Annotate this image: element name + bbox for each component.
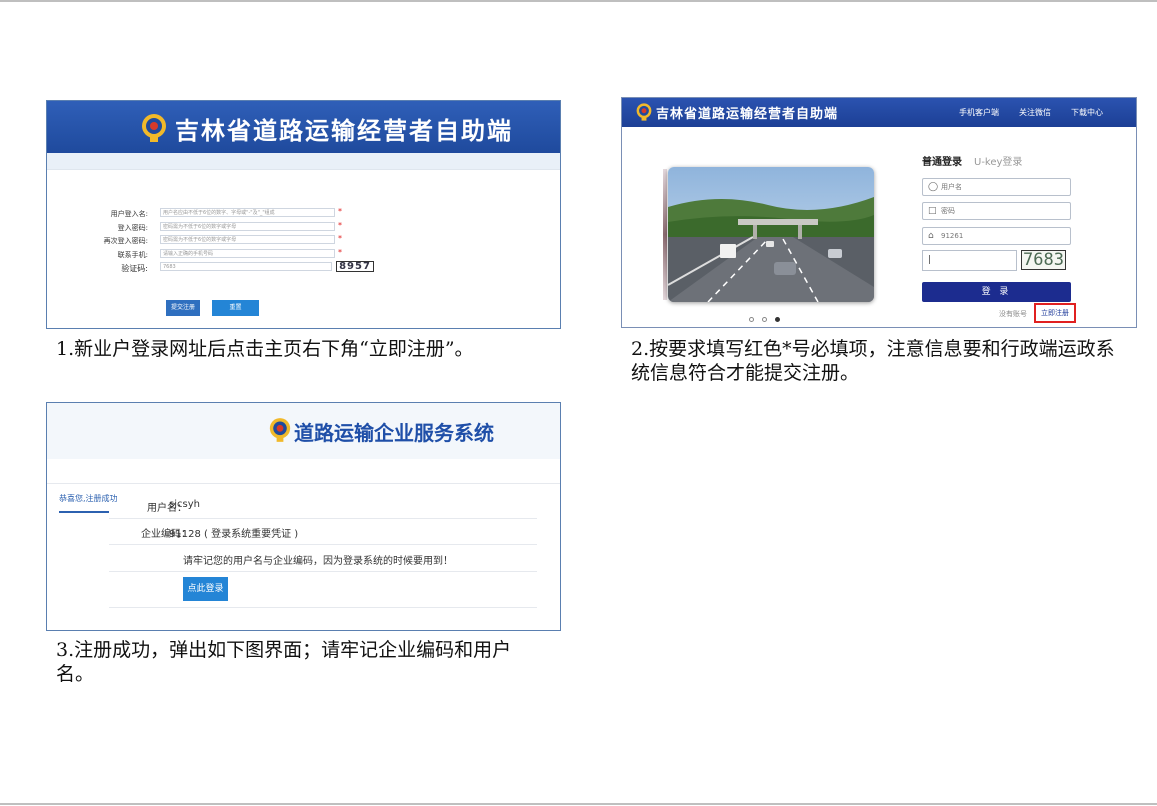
remember-notice: 请牢记您的用户名与企业编码，因为登录系统的时候要用到！ [183,556,453,567]
captcha-image[interactable]: 7683 [1021,250,1066,270]
captcha-input[interactable]: 7683 [160,262,332,271]
reset-button[interactable]: 重置 [212,300,259,316]
registration-form-screenshot: 吉林省道路运输经营者自助端 用户登入名: 用户名应由不低于6位的数字、字母或"-… [46,100,561,329]
carousel-dot-1[interactable] [749,317,754,322]
field-label: 用户登入名: [110,210,148,218]
highway-image [668,167,874,302]
tab-normal-login[interactable]: 普通登录 [922,153,962,168]
required-mark: * [338,207,342,216]
caption-step-1: 1.新业户登录网址后点击主页右下角“立即注册”。 [56,338,474,360]
carousel-dot-3[interactable] [775,317,780,322]
system-title: 道路运输企业服务系统 [294,421,494,445]
success-tab[interactable]: 恭喜您,注册成功 [59,493,118,504]
required-mark: * [338,234,342,243]
company-code-value: 91128 ( 登录系统重要凭证 ) [169,529,299,540]
login-now-button[interactable]: 点此登录 [183,577,228,601]
carousel-dot-2[interactable] [762,317,767,322]
username-input[interactable]: ◯ 用户名 [922,178,1071,196]
row-divider [109,607,537,608]
tab-ukey-login[interactable]: U-key登录 [974,153,1022,168]
register-form: 用户登入名: 用户名应由不低于6位的数字、字母或"-"及"_"组成 * 登入密码… [47,207,560,277]
form-row-captcha: 验证码: 7683 8957 [47,261,560,277]
register-now-link[interactable]: 立即注册 [1034,303,1076,323]
submit-register-button[interactable]: 提交注册 [166,300,200,316]
success-tab-underline [59,511,109,513]
company-code-input[interactable]: ⌂ 91261 [922,227,1071,245]
row-divider [109,571,537,572]
captcha-image[interactable]: 8957 [336,261,374,272]
form-row-confirm-password: 再次登入密码: 密码需为不低于6位的数字或字母 * [47,234,560,248]
password-input[interactable]: □ 密码 [922,202,1071,220]
nav-follow-wechat[interactable]: 关注微信 [1019,107,1051,118]
nav-strip [47,459,560,484]
username-input[interactable]: 用户名应由不低于6位的数字、字母或"-"及"_"组成 [160,208,335,217]
banner: 吉林省道路运输经营者自助端 [47,101,560,153]
no-account-text: 没有账号 [999,310,1027,318]
password-placeholder: 密码 [941,207,955,215]
top-bar: 吉林省道路运输经营者自助端 手机客户端 关注微信 下载中心 [622,98,1136,127]
nav-download-center[interactable]: 下载中心 [1071,107,1103,118]
captcha-input[interactable]: | [922,250,1017,271]
username-placeholder: 用户名 [941,183,962,191]
caption-step-2: 2.按要求填写红色*号必填项，注意信息要和行政端运政系统信息符合才能提交注册。 [631,338,1115,384]
nav-strip [47,153,560,170]
top-rule [0,0,1157,2]
caption-step-3: 3.注册成功，弹出如下图界面；请牢记企业编码和用户名。 [56,639,512,685]
emblem-icon [142,114,166,142]
lock-icon: □ [928,206,937,216]
row-divider [109,544,537,545]
required-mark: * [338,247,342,257]
emblem-icon [269,418,291,442]
field-label: 登入密码: [117,223,148,232]
field-label: 再次登入密码: [103,237,148,245]
emblem-icon [636,103,652,121]
highway-photo [668,167,874,302]
form-row-username: 用户登入名: 用户名应由不低于6位的数字、字母或"-"及"_"组成 * [47,207,560,221]
password-input[interactable]: 密码需为不低于6位的数字或字母 [160,221,335,231]
system-header: 道路运输企业服务系统 [47,403,560,460]
company-code-value: 91261 [941,232,964,240]
field-label: 联系手机: [117,250,148,259]
nav-mobile-client[interactable]: 手机客户端 [959,107,999,118]
login-page-screenshot: 吉林省道路运输经营者自助端 手机客户端 关注微信 下载中心 普通登录 U-key… [621,97,1137,328]
bottom-rule [0,803,1157,805]
carousel-prev-shadow [663,169,667,300]
register-success-screenshot: 道路运输企业服务系统 恭喜您,注册成功 用户名： sjcsyh 企业编码： 91… [46,402,561,631]
site-title: 吉林省道路运输经营者自助端 [656,107,839,122]
user-icon: ◯ [928,182,939,192]
confirm-password-input[interactable]: 密码需为不低于6位的数字或字母 [160,235,335,244]
username-value: sjcsyh [169,499,200,510]
form-row-password: 登入密码: 密码需为不低于6位的数字或字母 * [47,221,560,235]
home-icon: ⌂ [928,231,934,241]
phone-input[interactable]: 请输入正确的手机号码 [160,248,335,258]
row-divider [109,518,537,519]
required-mark: * [338,220,342,230]
banner-title: 吉林省道路运输经营者自助端 [175,117,513,145]
field-label: 验证码: [121,264,148,273]
login-button[interactable]: 登 录 [922,282,1071,302]
form-row-phone: 联系手机: 请输入正确的手机号码 * [47,248,560,262]
